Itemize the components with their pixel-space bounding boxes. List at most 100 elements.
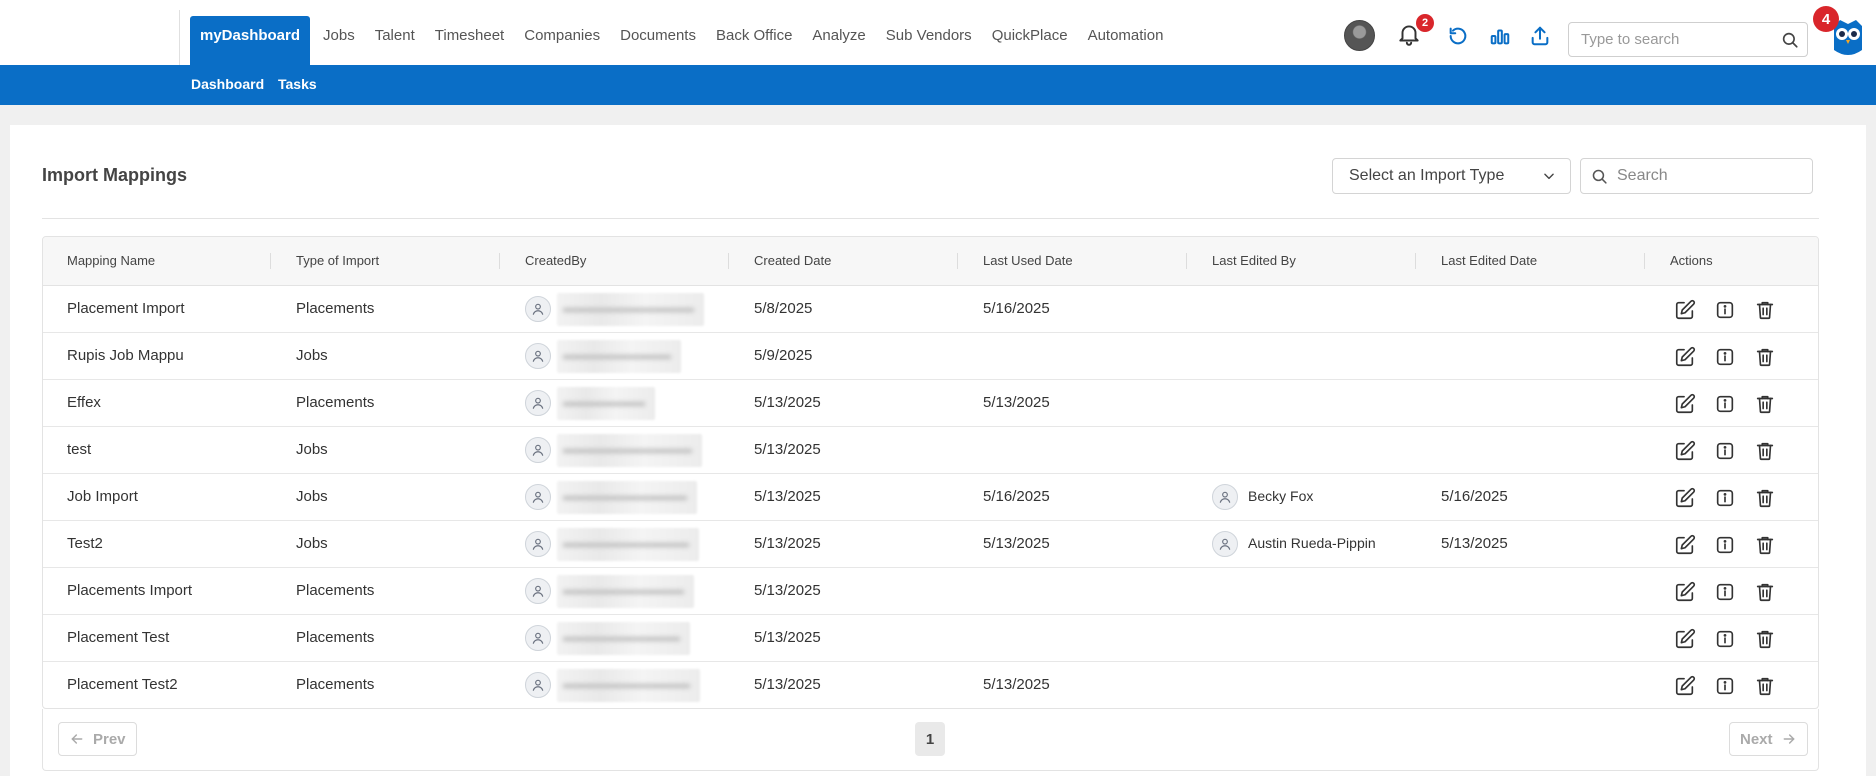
info-icon[interactable] [1714,346,1736,368]
table-row[interactable]: Placements Import Placements 5/13/2025 [43,568,1818,615]
mappings-table: Mapping Name Type of Import CreatedBy Cr… [42,236,1819,709]
import-mappings-card: Import Mappings Select an Import Type Ma… [10,125,1866,776]
nav-item-back-office[interactable]: Back Office [706,16,802,54]
trash-icon[interactable] [1754,487,1776,509]
cell-type-of-import: Jobs [296,347,328,364]
nav-item-companies[interactable]: Companies [514,16,610,54]
trash-icon[interactable] [1754,581,1776,603]
cell-last-edited-date: 5/13/2025 [1441,535,1508,552]
redacted-creator-name [557,434,702,467]
table-row[interactable]: Placement Import Placements 5/8/2025 5/16/2… [43,286,1818,333]
cell-mapping-name[interactable]: Placements Import [67,582,192,599]
info-icon[interactable] [1714,393,1736,415]
cell-mapping-name[interactable]: Placement Test2 [67,676,178,693]
bar-chart-icon[interactable] [1489,25,1511,47]
global-search-input[interactable] [1581,23,1771,56]
prev-button[interactable]: Prev [58,722,137,756]
table-row[interactable]: Effex Placements 5/13/2025 5/13/2025 [43,380,1818,427]
info-icon[interactable] [1714,299,1736,321]
user-icon [1212,484,1238,510]
header-last-edited-date[interactable]: Last Edited Date [1441,253,1537,268]
owl-count-badge: 4 [1813,6,1839,32]
header-last-used-date[interactable]: Last Used Date [983,253,1073,268]
nav-item-sub-vendors[interactable]: Sub Vendors [876,16,982,54]
nav-item-documents[interactable]: Documents [610,16,706,54]
nav-item-quickplace[interactable]: QuickPlace [982,16,1078,54]
nav-item-timesheet[interactable]: Timesheet [425,16,514,54]
header-created-date[interactable]: Created Date [754,253,831,268]
user-icon [525,484,551,510]
table-row[interactable]: Placement Test2 Placements 5/13/2025 5/13/2… [43,662,1818,708]
table-row[interactable]: Test2 Jobs 5/13/2025 5/13/2025 Austin Rueda-… [43,521,1818,568]
edit-icon[interactable] [1674,628,1696,650]
table-row[interactable]: test Jobs 5/13/2025 [43,427,1818,474]
page-number-current[interactable]: 1 [915,722,945,756]
search-icon [1592,169,1607,184]
trash-icon[interactable] [1754,346,1776,368]
trash-icon[interactable] [1754,534,1776,556]
info-icon[interactable] [1714,440,1736,462]
nav-item-automation[interactable]: Automation [1078,16,1174,54]
info-icon[interactable] [1714,675,1736,697]
next-button[interactable]: Next [1729,722,1808,756]
cell-mapping-name[interactable]: Job Import [67,488,138,505]
user-icon [525,672,551,698]
arrow-left-icon [71,734,83,744]
import-type-select[interactable]: Select an Import Type [1332,158,1571,194]
cell-mapping-name[interactable]: test [67,441,91,458]
user-icon [525,343,551,369]
edit-icon[interactable] [1674,581,1696,603]
edit-icon[interactable] [1674,675,1696,697]
trash-icon[interactable] [1754,393,1776,415]
cell-mapping-name[interactable]: Placement Test [67,629,169,646]
table-row[interactable]: Placement Test Placements 5/13/2025 [43,615,1818,662]
cell-mapping-name[interactable]: Placement Import [67,300,185,317]
table-row[interactable]: Job Import Jobs 5/13/2025 5/16/2025 Becky Fo… [43,474,1818,521]
info-icon[interactable] [1714,534,1736,556]
redacted-creator-name [557,340,681,373]
cell-last-edited-by: Becky Fox [1248,488,1314,504]
trash-icon[interactable] [1754,440,1776,462]
nav-item-analyze[interactable]: Analyze [802,16,875,54]
info-icon[interactable] [1714,628,1736,650]
info-icon[interactable] [1714,487,1736,509]
mapping-search [1580,158,1813,194]
cell-last-used-date: 5/13/2025 [983,394,1050,411]
edit-icon[interactable] [1674,346,1696,368]
search-icon[interactable] [1781,31,1799,49]
cell-mapping-name[interactable]: Effex [67,394,101,411]
mapping-search-input[interactable] [1617,159,1802,193]
user-icon [525,296,551,322]
subnav-item-tasks[interactable]: Tasks [278,76,317,92]
header-created-by[interactable]: CreatedBy [525,253,586,268]
header-last-edited-by[interactable]: Last Edited By [1212,253,1296,268]
page-title: Import Mappings [42,165,187,185]
trash-icon[interactable] [1754,675,1776,697]
nav-item-jobs[interactable]: Jobs [313,16,365,54]
cell-type-of-import: Placements [296,582,375,599]
header-type-of-import[interactable]: Type of Import [296,253,379,268]
nav-item-mydashboard[interactable]: myDashboard [190,16,311,65]
trash-icon[interactable] [1754,628,1776,650]
nav-item-talent[interactable]: Talent [365,16,425,54]
user-avatar-icon[interactable] [1344,20,1375,51]
user-icon [525,390,551,416]
notification-count-badge: 2 [1416,14,1434,32]
info-icon[interactable] [1714,581,1736,603]
edit-icon[interactable] [1674,393,1696,415]
cell-type-of-import: Jobs [296,441,328,458]
edit-icon[interactable] [1674,487,1696,509]
cell-last-edited-by: Austin Rueda-Pippin [1248,535,1376,551]
trash-icon[interactable] [1754,299,1776,321]
table-row[interactable]: Rupis Job Mappu Jobs 5/9/2025 [43,333,1818,380]
edit-icon[interactable] [1674,440,1696,462]
upload-icon[interactable] [1529,25,1551,47]
edit-icon[interactable] [1674,534,1696,556]
chevron-down-icon [1544,173,1554,180]
header-mapping-name[interactable]: Mapping Name [67,253,155,268]
cell-mapping-name[interactable]: Rupis Job Mappu [67,347,184,364]
refresh-icon[interactable] [1447,25,1469,47]
subnav-item-dashboard[interactable]: Dashboard [191,76,264,92]
cell-mapping-name[interactable]: Test2 [67,535,103,552]
edit-icon[interactable] [1674,299,1696,321]
